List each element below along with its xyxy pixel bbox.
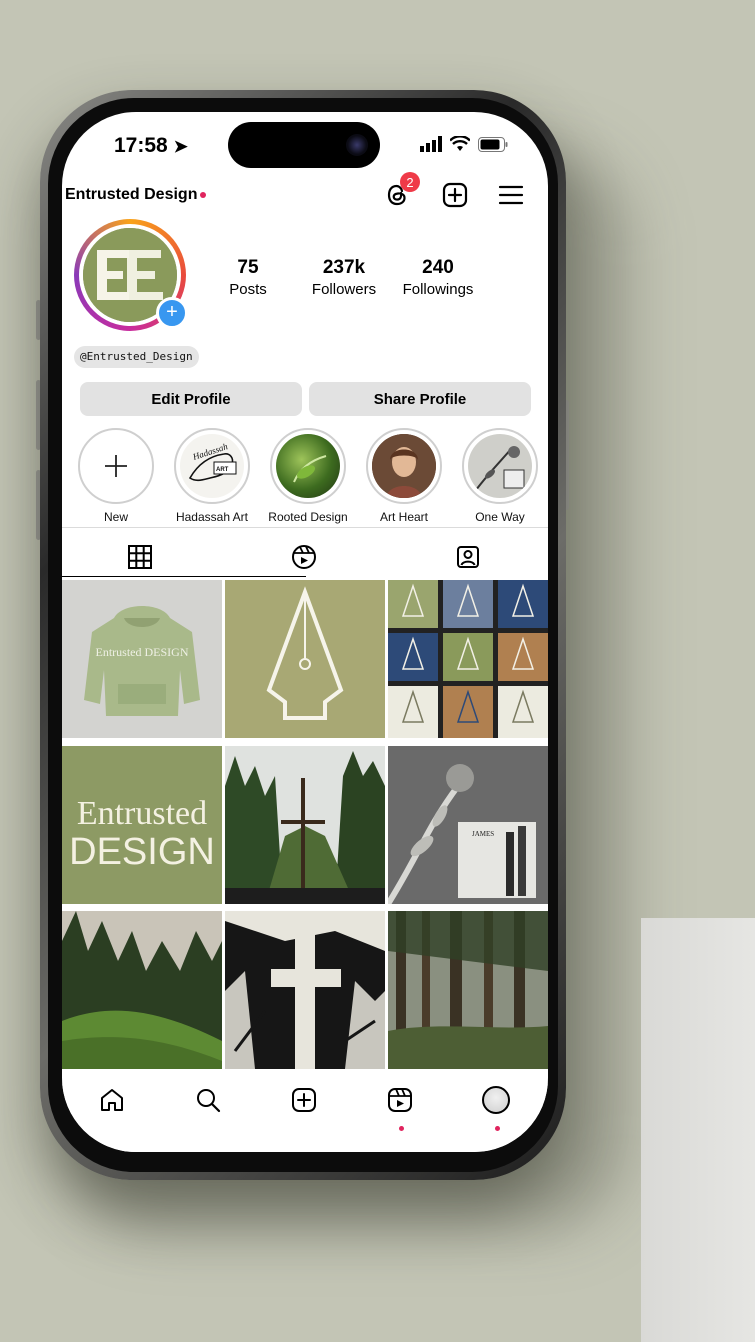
sprout-image [293, 455, 327, 483]
nav-profile[interactable] [476, 1080, 516, 1120]
location-arrow-icon: ➤ [173, 137, 188, 156]
post-tile[interactable] [62, 911, 222, 1069]
logo-image: Entrusted DESIGN [62, 746, 222, 904]
post-tile[interactable] [225, 580, 385, 738]
highlight-label: Hadassah Art [175, 510, 249, 524]
create-icon [292, 1088, 316, 1112]
following-label: Followings [402, 281, 474, 298]
highlight-label: Art Heart [379, 510, 428, 524]
bottom-nav [62, 1070, 548, 1152]
post-tile[interactable] [225, 746, 385, 904]
hoodie-print: Entrusted DESIGN [96, 645, 189, 659]
highlight-label: New [103, 510, 128, 524]
nib-swatches-image [388, 580, 548, 738]
highlight-new[interactable]: New [76, 428, 156, 524]
post-tile[interactable]: Entrusted DESIGN [62, 746, 222, 904]
highlight-cover [462, 428, 538, 504]
posts-label: Posts [229, 281, 267, 298]
nav-search[interactable] [188, 1080, 228, 1120]
nav-home[interactable] [92, 1080, 132, 1120]
highlight-one-way[interactable]: One Way [460, 428, 540, 524]
search-icon [197, 1089, 221, 1113]
tab-tagged[interactable] [448, 537, 488, 577]
highlight-cover: Hadassah ART [174, 428, 250, 504]
reels-icon [388, 1088, 412, 1112]
stat-following[interactable]: 240 Followings [396, 257, 480, 298]
woodcut-cross-image [225, 911, 385, 1069]
highlight-label: Rooted Design [268, 510, 348, 524]
threads-handle-chip[interactable]: @Entrusted_Design [74, 346, 199, 368]
portrait-image [372, 434, 436, 498]
create-post-button[interactable] [438, 178, 472, 212]
paper-card [641, 918, 755, 1342]
signal-icon [420, 136, 442, 152]
horse-sketch-image: Hadassah ART [188, 441, 237, 482]
post-tile[interactable]: JAMES [388, 746, 548, 904]
logo-line2: DESIGN [69, 831, 215, 873]
forest-cross-image [225, 746, 385, 904]
highlight-cover [78, 428, 154, 504]
following-count: 240 [422, 257, 454, 278]
reels-notification-dot [399, 1126, 404, 1131]
profile-name[interactable]: Entrusted Design [65, 186, 207, 204]
share-profile-button[interactable]: Share Profile [309, 382, 531, 416]
posts-count: 75 [237, 257, 259, 278]
menu-button[interactable] [494, 178, 528, 212]
profile-icon [482, 1086, 510, 1114]
wifi-icon [450, 136, 470, 151]
post-tile[interactable] [388, 911, 548, 1069]
nav-create[interactable] [284, 1080, 324, 1120]
forest-image [388, 911, 548, 1069]
highlight-hadassah-art[interactable]: Hadassah ART Hadassah Art [172, 428, 252, 524]
post-tile[interactable] [225, 911, 385, 1069]
profile-notification-dot [495, 1126, 500, 1131]
edit-profile-button[interactable]: Edit Profile [80, 382, 302, 416]
camera-icon [346, 134, 368, 156]
active-tab-indicator [62, 576, 306, 577]
tab-reels[interactable] [284, 537, 324, 577]
sketch-image [475, 446, 525, 491]
followers-count: 237k [322, 257, 366, 278]
phone-screen: 17:58 ➤ Entrusted Design 2 + 75 Posts 23… [62, 112, 548, 1152]
forest-hill-image [62, 911, 222, 1069]
battery-icon [478, 136, 508, 152]
stat-posts[interactable]: 75 Posts [220, 257, 276, 298]
post-tile[interactable]: Entrusted DESIGN [62, 580, 222, 738]
threads-button[interactable]: 2 [380, 172, 420, 212]
sketch-image: JAMES [388, 746, 548, 904]
status-time: 17:58 ➤ [114, 134, 188, 157]
highlight-label: One Way [475, 510, 525, 524]
live-dot [200, 191, 207, 198]
dynamic-island [228, 122, 380, 168]
logo-line1: Entrusted [77, 795, 207, 832]
followers-label: Followers [311, 281, 377, 298]
plus-icon [105, 455, 127, 477]
highlight-rooted-design[interactable]: Rooted Design [268, 428, 348, 524]
tab-grid[interactable] [120, 537, 160, 577]
highlight-cover [270, 428, 346, 504]
add-story-button[interactable]: + [156, 297, 188, 329]
nav-reels[interactable] [380, 1080, 420, 1120]
book-title: JAMES [472, 830, 494, 838]
highlight-art-heart[interactable]: Art Heart [364, 428, 444, 524]
post-tile[interactable] [388, 580, 548, 738]
grid-icon [128, 545, 152, 569]
hamburger-icon [498, 185, 524, 205]
pen-nib-image [225, 580, 385, 738]
highlight-cover [366, 428, 442, 504]
divider [62, 527, 548, 528]
reels-icon [292, 545, 316, 569]
notification-badge: 2 [400, 172, 420, 192]
hoodie-image: Entrusted DESIGN [62, 580, 222, 738]
status-icons [420, 136, 508, 152]
svg-text:ART: ART [216, 467, 229, 473]
tagged-icon [457, 546, 479, 568]
plus-square-icon [442, 182, 468, 208]
stat-followers[interactable]: 237k Followers [306, 257, 382, 298]
home-icon [101, 1089, 123, 1111]
